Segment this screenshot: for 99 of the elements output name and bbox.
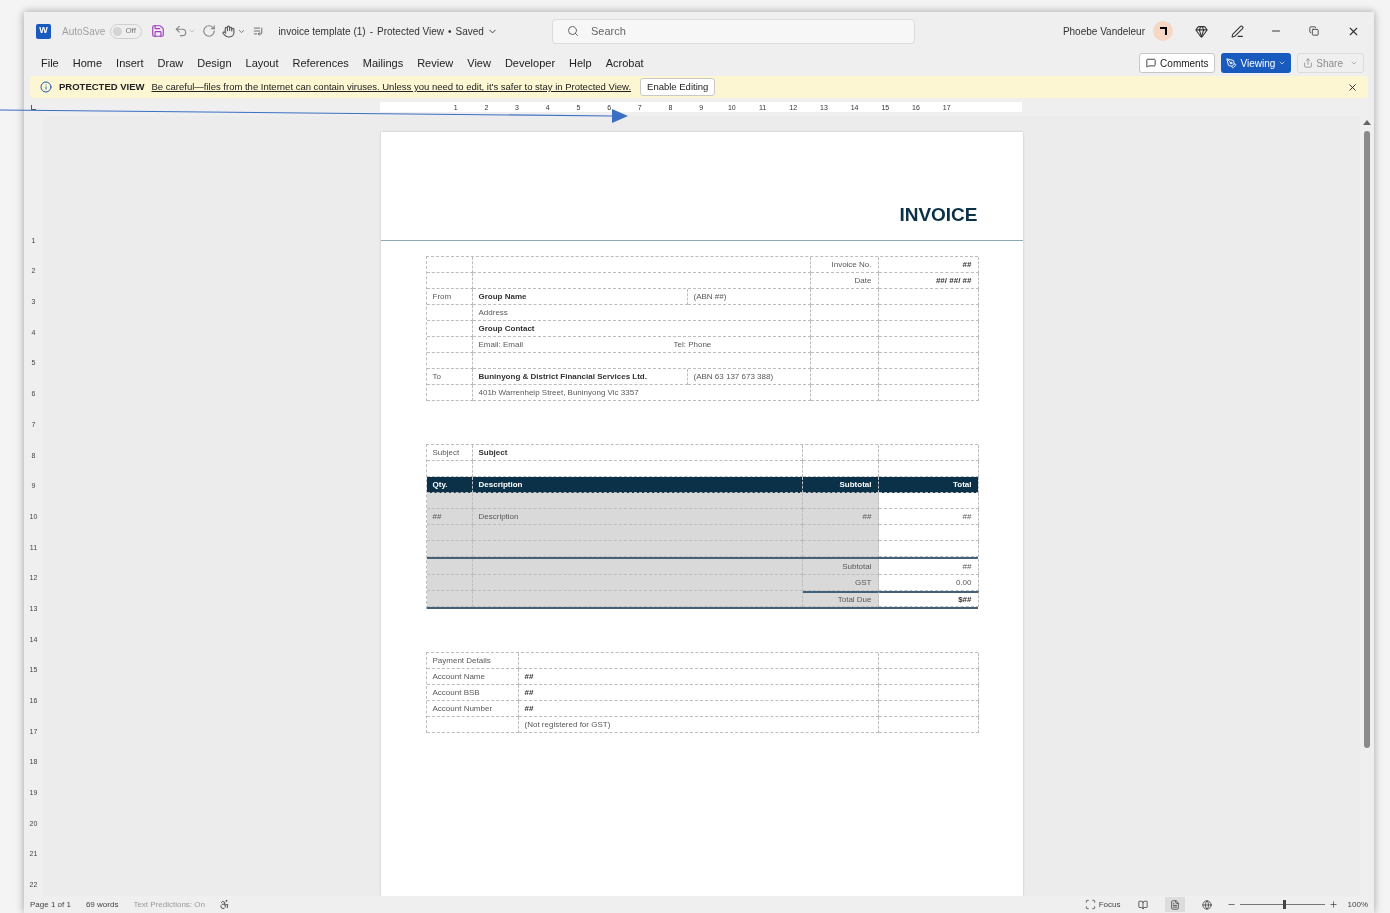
table-cell: Address bbox=[472, 305, 811, 321]
menu-tab[interactable]: Insert bbox=[109, 52, 151, 74]
empty-cell bbox=[426, 337, 473, 353]
table-cell: Total Due bbox=[802, 591, 879, 607]
empty-cell bbox=[810, 321, 879, 337]
chevron-icon bbox=[1350, 59, 1358, 67]
page-count[interactable]: Page 1 of 1 bbox=[30, 898, 71, 911]
redo-icon[interactable] bbox=[202, 24, 217, 38]
focus-icon bbox=[1084, 899, 1096, 910]
table-cell: (Not registered for GST) bbox=[518, 717, 879, 733]
table-cell: Invoice No. bbox=[810, 257, 879, 273]
table-cell: ## bbox=[802, 509, 879, 525]
table-cell: Group Contact bbox=[472, 321, 811, 337]
table-cell: Date bbox=[810, 273, 879, 289]
table-cell: ## bbox=[518, 701, 879, 717]
table-cell: Account BSB bbox=[426, 685, 519, 701]
search-field[interactable]: Search bbox=[551, 18, 915, 44]
table-cell: Account Name bbox=[426, 669, 519, 685]
menu-tab[interactable]: Developer bbox=[497, 52, 563, 74]
table-cell: To bbox=[426, 369, 473, 385]
empty-cell bbox=[810, 305, 879, 321]
comment-icon bbox=[1146, 58, 1157, 68]
globe-icon bbox=[1201, 899, 1212, 910]
table-cell: 0.00 bbox=[878, 575, 979, 591]
table-cell: Subject bbox=[426, 445, 473, 461]
pen-icon bbox=[1226, 57, 1238, 69]
accessibility-icon[interactable] bbox=[219, 899, 230, 910]
column-header: Total bbox=[878, 477, 979, 493]
save-icon[interactable] bbox=[151, 24, 166, 38]
pen-icon[interactable] bbox=[1231, 24, 1244, 38]
table-cell: Description bbox=[472, 509, 803, 525]
avatar-icon[interactable] bbox=[1153, 21, 1173, 41]
table-cell: ## bbox=[878, 509, 979, 525]
search-icon bbox=[566, 24, 579, 37]
restore-icon[interactable] bbox=[1309, 26, 1319, 36]
menu-tab[interactable]: Layout bbox=[238, 52, 286, 74]
table-cell: GST bbox=[802, 575, 879, 591]
warning-link[interactable]: Be careful—files from the Internet can contain viruses. Unless you need to edit, it's safer to stay in Protected View. bbox=[151, 79, 632, 95]
menu-tab[interactable]: Design bbox=[190, 52, 239, 74]
menu-tab[interactable]: Home bbox=[65, 52, 110, 74]
app-logo: W bbox=[36, 23, 51, 39]
menu-tab[interactable]: Review bbox=[410, 52, 461, 74]
table-cell: ## bbox=[518, 685, 879, 701]
table-cell: From bbox=[426, 289, 473, 305]
table-cell: Payment Details bbox=[426, 653, 519, 669]
share-icon bbox=[1303, 58, 1314, 68]
table-cell: Buninyong & District Financial Services Ltd. bbox=[472, 369, 688, 385]
menu-tab[interactable]: File bbox=[34, 52, 66, 74]
empty-cell bbox=[426, 321, 473, 337]
undo-icon[interactable] bbox=[174, 24, 189, 38]
invoice-title: INVOICE bbox=[899, 205, 978, 224]
empty-cell bbox=[810, 385, 879, 401]
customize-icon[interactable] bbox=[253, 26, 264, 36]
protected-view-label: PROTECTED VIEW bbox=[59, 79, 145, 94]
close-icon[interactable] bbox=[1347, 81, 1358, 93]
enable-editing-button[interactable]: Enable Editing bbox=[640, 78, 716, 96]
menu-tab[interactable]: View bbox=[460, 52, 498, 74]
menu-tab[interactable]: Acrobat bbox=[598, 52, 651, 74]
empty-cell bbox=[426, 305, 473, 321]
table-cell: ## bbox=[518, 669, 879, 685]
table-cell: Subtotal bbox=[802, 559, 879, 575]
table-cell: $## bbox=[878, 591, 979, 607]
table-cell: ## bbox=[878, 257, 979, 273]
empty-cell bbox=[810, 337, 879, 353]
table-cell: Account Number bbox=[426, 701, 519, 717]
zoom-level[interactable]: 100% bbox=[1347, 898, 1368, 911]
viewing-button[interactable]: Viewing bbox=[1221, 53, 1292, 73]
book-icon bbox=[1137, 899, 1148, 910]
diamond-icon[interactable] bbox=[1195, 24, 1208, 38]
autosave-label: AutoSave bbox=[62, 24, 106, 39]
table-cell: (ABN 63 137 673 388) bbox=[687, 369, 811, 385]
empty-cell bbox=[810, 289, 879, 305]
zoom-in-icon[interactable] bbox=[1328, 900, 1338, 909]
user-name[interactable]: Phoebe Vandeleur bbox=[1062, 23, 1145, 39]
page-icon bbox=[1169, 899, 1180, 910]
slider-thumb[interactable] bbox=[1283, 900, 1287, 909]
menu-tab[interactable]: Mailings bbox=[355, 52, 411, 74]
table-cell: ##/ ##/ ## bbox=[878, 273, 979, 289]
table-cell: (ABN ##) bbox=[687, 289, 811, 305]
menu-tab[interactable]: Help bbox=[562, 52, 599, 74]
menu-tab[interactable]: Draw bbox=[150, 52, 191, 74]
menu-tab[interactable]: References bbox=[285, 52, 356, 74]
document-title[interactable]: invoice template (1) - Protected View • Saved bbox=[278, 23, 484, 39]
empty-cell bbox=[810, 353, 879, 369]
comments-button[interactable]: Comments bbox=[1139, 53, 1216, 73]
empty-cell bbox=[810, 369, 879, 385]
word-count[interactable]: 69 words bbox=[85, 898, 119, 911]
info-icon bbox=[40, 81, 52, 93]
table-cell: Email: Email Tel: Phone bbox=[472, 337, 811, 353]
focus-button[interactable]: Focus bbox=[1084, 898, 1121, 911]
table-cell: 401b Warrenheip Street, Buninyong Vic 3357 bbox=[472, 385, 811, 401]
table-cell: ## bbox=[878, 559, 979, 575]
table-cell: Group Name bbox=[472, 289, 688, 305]
table-cell: Subject bbox=[472, 445, 803, 461]
print-view-button[interactable] bbox=[1164, 897, 1185, 912]
chevron-icon bbox=[1278, 59, 1287, 67]
table-cell: ## bbox=[426, 509, 473, 525]
touch-icon[interactable] bbox=[222, 24, 236, 38]
tab-selector-icon[interactable] bbox=[31, 104, 36, 110]
